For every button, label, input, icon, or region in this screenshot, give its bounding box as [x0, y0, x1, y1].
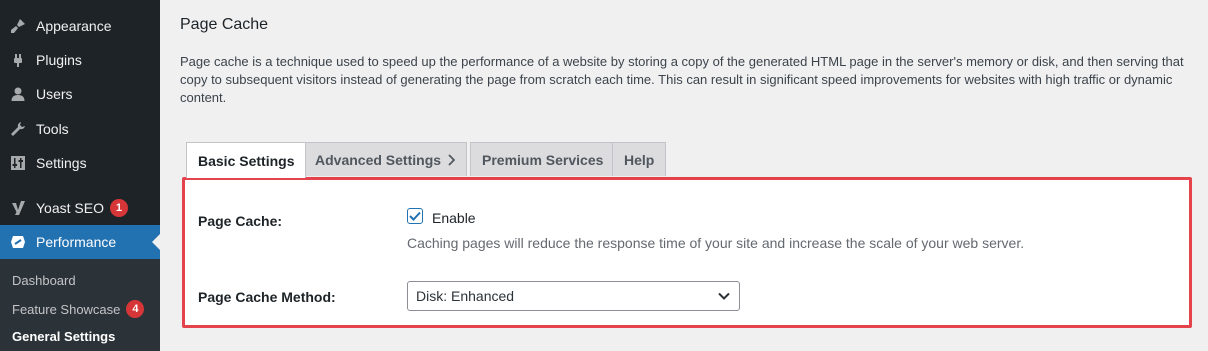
select-value: Disk: Enhanced	[416, 288, 515, 304]
checkmark-icon	[409, 211, 421, 221]
menu-item-label: Appearance	[36, 18, 112, 34]
tab-help[interactable]: Help	[612, 142, 667, 176]
tab-premium-services[interactable]: Premium Services	[470, 142, 616, 176]
menu-item-performance[interactable]: Performance	[0, 225, 160, 259]
user-icon	[9, 85, 27, 103]
menu-item-appearance[interactable]: Appearance	[0, 9, 160, 43]
tab-label: Premium Services	[482, 151, 604, 168]
tab-advanced-settings[interactable]: Advanced Settings	[303, 142, 468, 176]
page-title: Page Cache	[180, 16, 269, 33]
submenu-item-label: General Settings	[12, 329, 116, 344]
menu-item-users[interactable]: Users	[0, 77, 160, 111]
page-cache-method-label: Page Cache Method:	[198, 289, 336, 305]
menu-item-label: Performance	[36, 234, 117, 250]
menu-item-yoast-seo[interactable]: Yoast SEO 1	[0, 191, 160, 225]
performance-submenu: Dashboard Feature Showcase 4 General Set…	[0, 259, 160, 351]
main-content: Page Cache Page cache is a technique use…	[160, 0, 1208, 351]
sliders-icon	[9, 154, 27, 172]
page-cache-help-text: Caching pages will reduce the response t…	[407, 235, 1025, 251]
plugin-icon	[9, 51, 27, 69]
performance-icon	[9, 233, 27, 251]
chevron-down-icon	[717, 289, 731, 306]
submenu-item-feature-showcase[interactable]: Feature Showcase 4	[12, 300, 145, 318]
menu-item-label: Settings	[36, 155, 87, 171]
chevron-right-icon	[447, 153, 456, 166]
yoast-icon	[9, 199, 27, 217]
tab-basic-settings[interactable]: Basic Settings	[186, 142, 307, 178]
page-cache-label: Page Cache:	[198, 213, 283, 229]
submenu-item-dashboard[interactable]: Dashboard	[12, 273, 76, 288]
page-description: Page cache is a technique used to speed …	[180, 54, 1184, 105]
tab-label: Help	[624, 151, 655, 168]
tab-label: Advanced Settings	[315, 151, 442, 168]
paintbrush-icon	[9, 17, 27, 35]
enable-checkbox[interactable]	[407, 208, 423, 224]
submenu-item-label: Feature Showcase	[12, 301, 121, 317]
menu-item-plugins[interactable]: Plugins	[0, 43, 160, 77]
tab-label: Basic Settings	[198, 152, 295, 169]
menu-item-label: Tools	[36, 121, 69, 137]
submenu-item-general-settings[interactable]: General Settings	[12, 329, 115, 344]
wrench-icon	[9, 120, 27, 138]
notification-badge: 1	[109, 199, 128, 217]
menu-item-label: Plugins	[36, 52, 82, 68]
menu-item-tools[interactable]: Tools	[0, 112, 160, 146]
page-cache-method-select[interactable]: Disk: Enhanced	[407, 281, 740, 311]
settings-panel: Page Cache: Enable Caching pages will re…	[182, 177, 1192, 328]
enable-label[interactable]: Enable	[432, 210, 476, 226]
notification-badge: 4	[126, 300, 145, 318]
admin-sidebar: Appearance Plugins Users Tools Settings …	[0, 0, 160, 351]
submenu-item-label: Dashboard	[12, 273, 76, 288]
menu-item-label: Yoast SEO	[36, 200, 104, 216]
menu-item-label: Users	[36, 86, 73, 102]
menu-item-settings[interactable]: Settings	[0, 146, 160, 180]
